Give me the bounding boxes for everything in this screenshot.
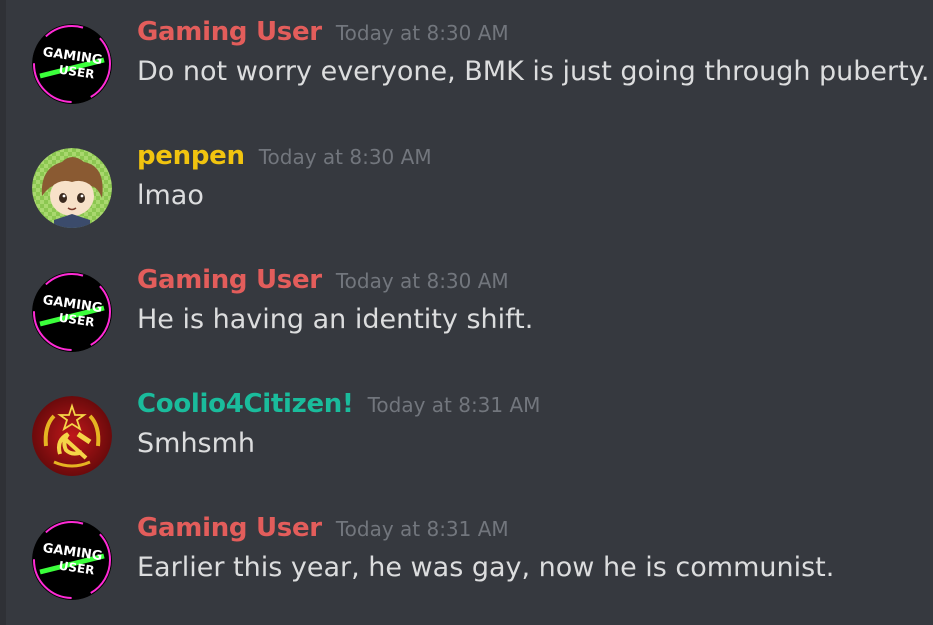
timestamp: Today at 8:31 AM <box>335 517 509 541</box>
user-avatar[interactable] <box>32 396 112 476</box>
anime-boy-avatar-icon <box>32 148 112 228</box>
username[interactable]: Gaming User <box>137 265 322 295</box>
hammer-sickle-avatar-icon <box>32 396 112 476</box>
user-avatar[interactable]: GAMING USER <box>32 520 112 600</box>
user-avatar[interactable]: GAMING USER <box>32 272 112 352</box>
timestamp: Today at 8:30 AM <box>335 21 509 45</box>
message-header: Gaming User Today at 8:30 AM <box>137 260 509 303</box>
message-content: Earlier this year, he was gay, now he is… <box>137 552 835 583</box>
message-header: penpen Today at 8:30 AM <box>137 136 432 179</box>
message-header: Gaming User Today at 8:30 AM <box>137 12 509 55</box>
message-item: Coolio4Citizen! Today at 8:31 AM Smhsmh <box>0 372 933 476</box>
timestamp: Today at 8:31 AM <box>367 393 541 417</box>
gaming-user-avatar-icon: GAMING USER <box>32 24 112 104</box>
username[interactable]: penpen <box>137 141 245 171</box>
user-avatar[interactable]: GAMING USER <box>32 24 112 104</box>
username[interactable]: Gaming User <box>137 513 322 543</box>
message-content: Smhsmh <box>137 428 256 459</box>
username[interactable]: Gaming User <box>137 17 322 47</box>
timestamp: Today at 8:30 AM <box>258 145 432 169</box>
message-content: lmao <box>137 180 204 211</box>
message-item: GAMING USER Gaming User Today at 8:31 AM … <box>0 496 933 600</box>
user-avatar[interactable] <box>32 148 112 228</box>
message-item: GAMING USER Gaming User Today at 8:30 AM … <box>0 248 933 352</box>
message-item: GAMING USER Gaming User Today at 8:30 AM … <box>0 0 933 104</box>
gaming-user-avatar-icon: GAMING USER <box>32 520 112 600</box>
message-item: penpen Today at 8:30 AM lmao <box>0 124 933 228</box>
username[interactable]: Coolio4Citizen! <box>137 389 354 419</box>
message-content: Do not worry everyone, BMK is just going… <box>137 56 930 87</box>
chat-messages: GAMING USER Gaming User Today at 8:30 AM … <box>0 0 933 625</box>
timestamp: Today at 8:30 AM <box>335 269 509 293</box>
message-header: Coolio4Citizen! Today at 8:31 AM <box>137 384 540 427</box>
message-header: Gaming User Today at 8:31 AM <box>137 508 509 551</box>
gaming-user-avatar-icon: GAMING USER <box>32 272 112 352</box>
message-content: He is having an identity shift. <box>137 304 534 335</box>
